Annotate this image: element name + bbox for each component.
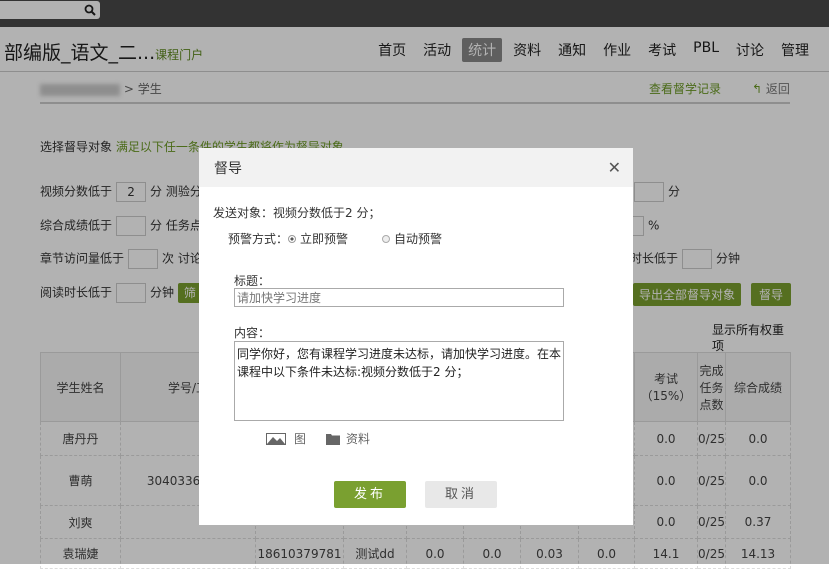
close-icon[interactable]: ✕ [608, 158, 621, 177]
file-button[interactable]: 资料 [346, 430, 370, 447]
send-target: 发送对象：视频分数低于2 分； [213, 206, 381, 220]
content-label: 内容： [234, 326, 271, 340]
image-button[interactable]: 图 [294, 430, 306, 447]
cancel-button[interactable]: 取消 [425, 481, 497, 508]
dialog-title: 督导 [214, 160, 242, 177]
supervise-dialog: 督导 ✕ 发送对象：视频分数低于2 分； 预警方式： 立即预警 自动预警 标题： … [199, 148, 633, 525]
dialog-header: 督导 ✕ [199, 148, 633, 187]
folder-icon[interactable] [326, 433, 341, 445]
radio-immediate[interactable] [288, 234, 297, 243]
subject-input[interactable] [234, 288, 564, 307]
radio-auto[interactable] [382, 234, 391, 243]
subject-label: 标题： [234, 274, 271, 288]
publish-button[interactable]: 发布 [334, 481, 406, 508]
content-textarea[interactable]: 同学你好，您有课程学习进度未达标，请加快学习进度。在本课程中以下条件未达标:视频… [234, 341, 564, 421]
image-icon[interactable] [266, 432, 286, 445]
